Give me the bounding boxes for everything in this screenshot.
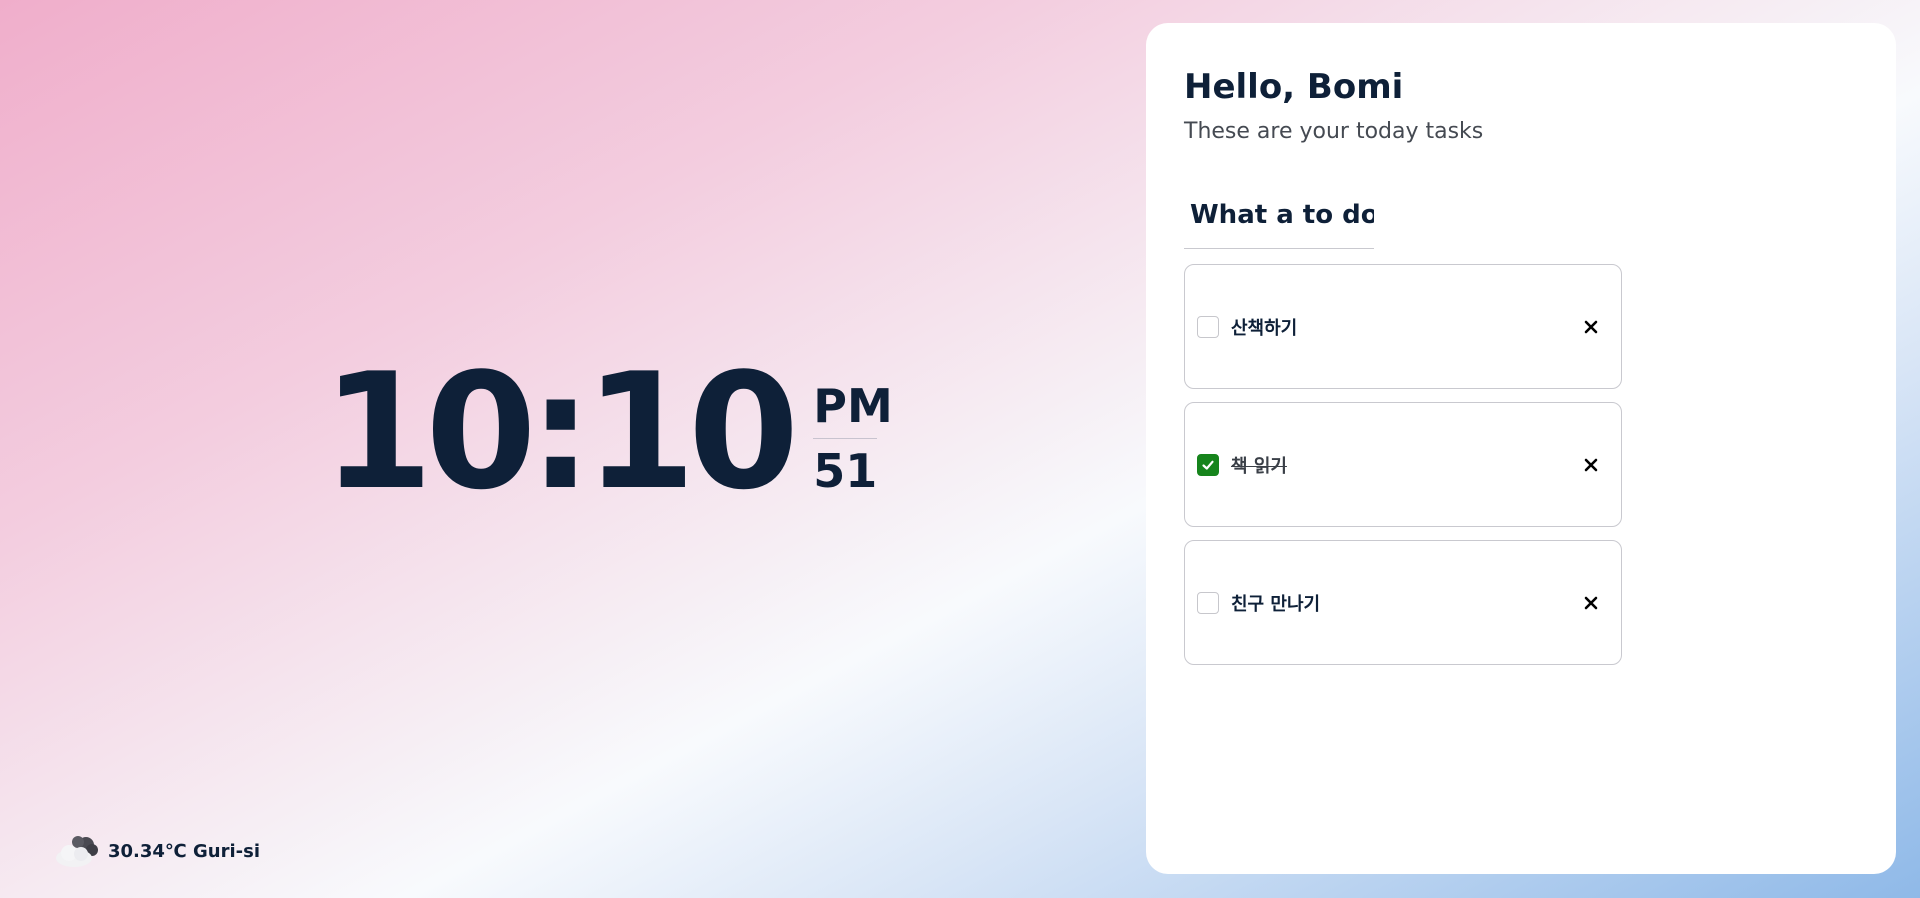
clock-divider xyxy=(813,438,878,439)
todo-item: 산책하기 xyxy=(1184,264,1622,389)
todo-checkbox[interactable] xyxy=(1197,591,1219,614)
subtitle: These are your today tasks xyxy=(1184,119,1484,144)
todo-list: 산책하기 책 읽기 친구 만나기 xyxy=(1184,264,1622,678)
clock: 10:10 PM 51 xyxy=(322,338,893,525)
check-icon xyxy=(1202,460,1214,470)
todo-label: 책 읽기 xyxy=(1231,455,1287,477)
greeting: Hello, Bomi xyxy=(1184,67,1404,107)
clock-side: PM 51 xyxy=(813,379,893,498)
todo-item: 책 읽기 xyxy=(1184,402,1622,527)
todo-checkbox[interactable] xyxy=(1197,453,1219,476)
todo-input[interactable] xyxy=(1184,181,1374,249)
todo-item: 친구 만나기 xyxy=(1184,540,1622,665)
todo-label: 산책하기 xyxy=(1231,317,1298,339)
close-icon[interactable] xyxy=(1583,595,1599,611)
weather-text: 30.34℃ Guri-si xyxy=(108,840,260,862)
clock-seconds: 51 xyxy=(813,444,878,498)
todo-panel: Hello, Bomi These are your today tasks 산… xyxy=(1146,23,1896,874)
todo-checkbox[interactable] xyxy=(1197,315,1219,338)
todo-label: 친구 만나기 xyxy=(1231,593,1321,615)
close-icon[interactable] xyxy=(1583,319,1599,335)
close-icon[interactable] xyxy=(1583,457,1599,473)
clock-time: 10:10 xyxy=(322,338,799,525)
clock-ampm: PM xyxy=(813,379,893,433)
cloud-icon xyxy=(52,834,100,868)
weather-widget: 30.34℃ Guri-si xyxy=(52,834,260,868)
